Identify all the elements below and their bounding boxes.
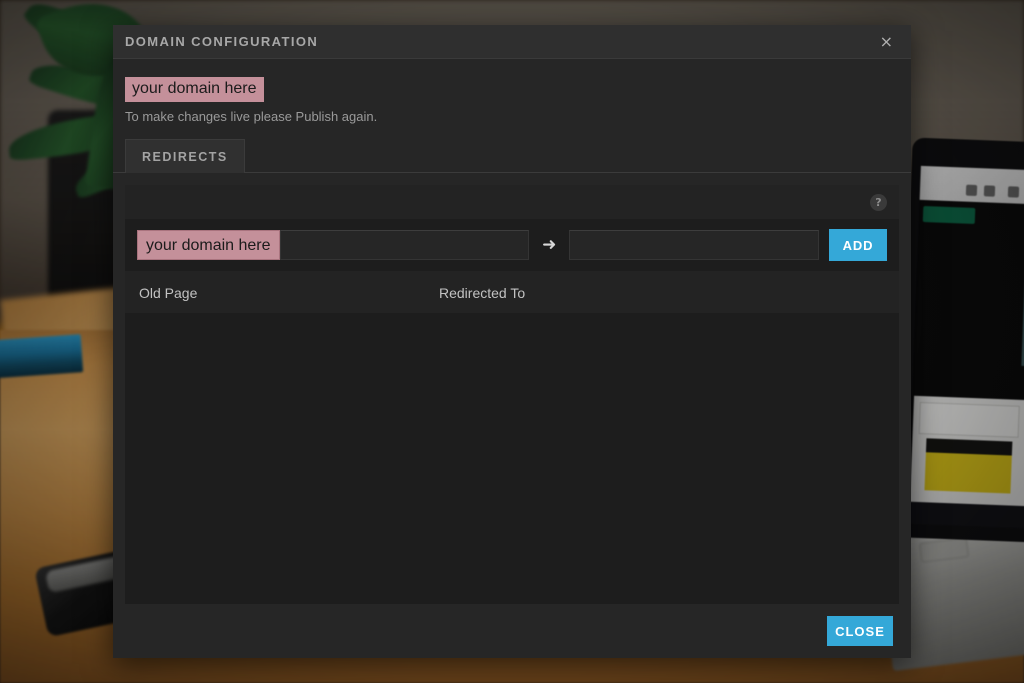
add-button[interactable]: ADD <box>829 229 888 262</box>
column-header-old-page: Old Page <box>139 285 198 302</box>
dialog-footer: CLOSE <box>113 604 911 658</box>
publish-note: To make changes live please Publish agai… <box>125 109 378 125</box>
domain-chip: your domain here <box>125 77 264 103</box>
close-icon[interactable]: × <box>876 32 897 52</box>
tabstrip: REDIRECTS <box>113 139 911 174</box>
old-page-input[interactable] <box>279 230 530 261</box>
redirected-to-input[interactable] <box>569 230 820 261</box>
panel-toolbar: ? <box>125 185 899 219</box>
redirects-panel: ? your domain here ➜ ADD Old Page Redire… <box>125 185 899 604</box>
tab-redirects[interactable]: REDIRECTS <box>125 139 245 174</box>
dialog-titlebar: DOMAIN CONFIGURATION × <box>113 25 911 59</box>
help-icon[interactable]: ? <box>870 193 887 211</box>
dialog-title: DOMAIN CONFIGURATION <box>125 34 319 49</box>
close-button[interactable]: CLOSE <box>827 616 893 646</box>
arrow-right-icon: ➜ <box>542 234 557 255</box>
redirects-table-header: Old Page Redirected To <box>125 271 899 313</box>
domain-configuration-dialog: DOMAIN CONFIGURATION × your domain here … <box>113 25 911 658</box>
dialog-header: your domain here To make changes live pl… <box>113 59 911 124</box>
domain-prefix-chip: your domain here <box>137 230 280 261</box>
redirects-table-body[interactable] <box>125 313 899 604</box>
add-redirect-row: your domain here ➜ ADD <box>125 219 899 272</box>
column-header-redirected-to: Redirected To <box>439 285 526 302</box>
